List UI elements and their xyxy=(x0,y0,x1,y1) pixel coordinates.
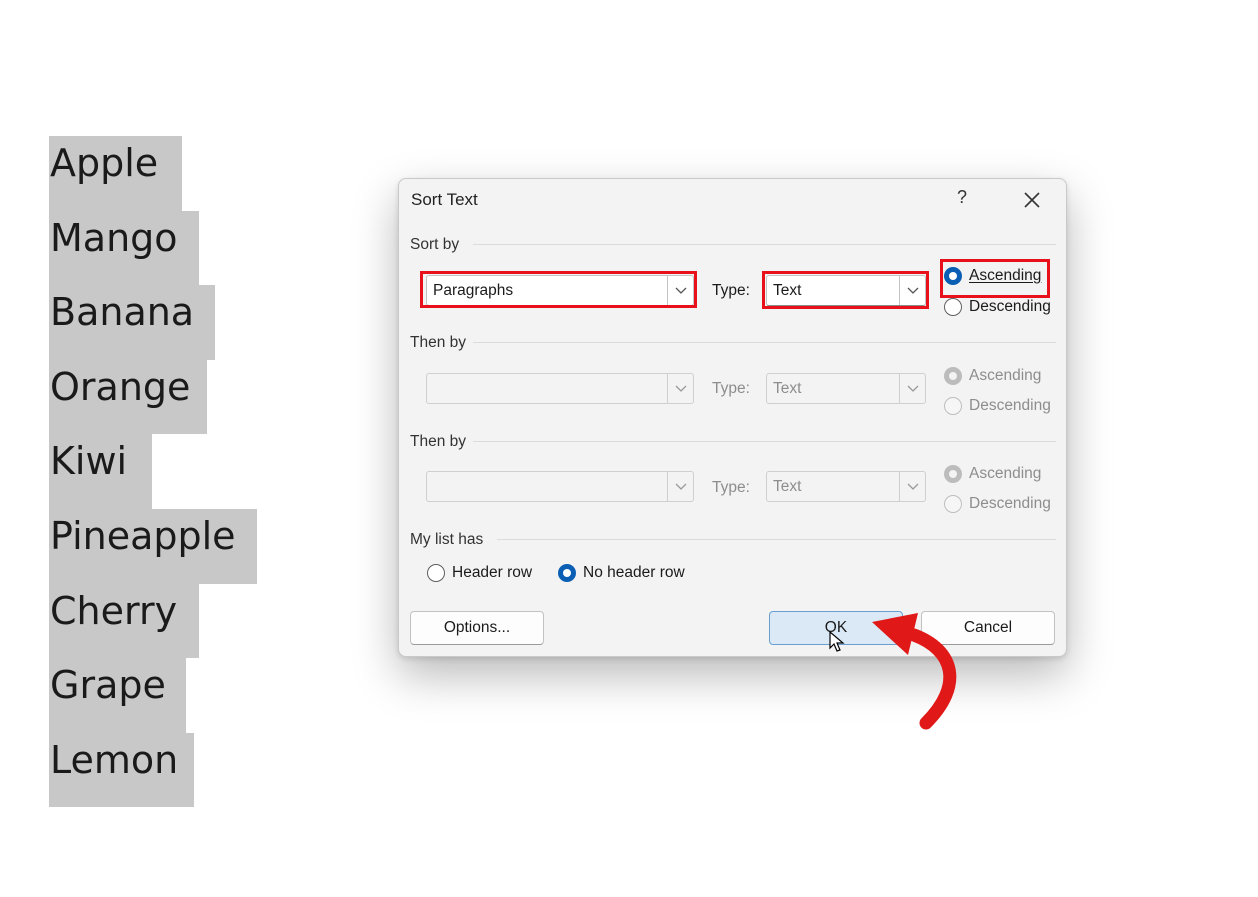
header-row-label: Header row xyxy=(452,564,533,581)
radio-selected-icon xyxy=(558,564,576,582)
options-button[interactable]: Options... xyxy=(410,611,544,645)
then-by-field-select[interactable] xyxy=(426,471,694,502)
list-item[interactable]: Orange xyxy=(49,359,207,435)
ascending-label: Ascending xyxy=(969,367,1042,384)
selected-fruit-list: Apple Mango Banana Orange Kiwi Pineapple… xyxy=(49,136,257,808)
chevron-down-icon xyxy=(899,374,925,403)
chevron-down-icon xyxy=(899,472,925,501)
then-by-type-select[interactable]: Text xyxy=(766,373,926,404)
then-by-type-label: Type: xyxy=(712,380,750,397)
descending-label: Descending xyxy=(969,495,1051,512)
list-item[interactable]: Banana xyxy=(49,285,215,360)
then-by-descending-radio[interactable]: Descending xyxy=(944,495,1051,513)
list-item[interactable]: Pineapple xyxy=(49,508,257,584)
list-item[interactable]: Cherry xyxy=(49,583,199,659)
chevron-down-icon xyxy=(667,374,693,403)
chevron-down-icon xyxy=(899,276,925,305)
then-by-label: Then by xyxy=(410,433,467,450)
sort-by-type-value: Text xyxy=(773,282,802,299)
no-header-row-radio[interactable]: No header row xyxy=(558,564,685,582)
help-button[interactable]: ? xyxy=(950,187,974,213)
sort-by-descending-radio[interactable]: Descending xyxy=(944,298,1051,316)
chevron-down-icon xyxy=(667,472,693,501)
cancel-button[interactable]: Cancel xyxy=(921,611,1055,645)
radio-unselected-icon xyxy=(944,495,962,513)
then-by-ascending-radio[interactable]: Ascending xyxy=(944,465,1041,483)
sort-by-field-select[interactable]: Paragraphs xyxy=(426,275,694,306)
divider xyxy=(473,441,1056,442)
then-by-type-value: Text xyxy=(773,478,802,495)
list-item[interactable]: Kiwi xyxy=(49,434,152,509)
sort-by-type-select[interactable]: Text xyxy=(766,275,926,306)
sort-by-label: Sort by xyxy=(410,236,460,253)
header-row-radio[interactable]: Header row xyxy=(427,564,532,582)
divider xyxy=(473,342,1056,343)
no-header-row-label: No header row xyxy=(583,564,685,581)
then-by-ascending-radio[interactable]: Ascending xyxy=(944,367,1041,385)
radio-unselected-icon xyxy=(427,564,445,582)
ascending-label: Ascending xyxy=(969,465,1042,482)
divider xyxy=(497,539,1056,540)
list-item[interactable]: Grape xyxy=(49,658,186,733)
radio-unselected-icon xyxy=(944,397,962,415)
radio-selected-icon xyxy=(944,465,962,483)
radio-selected-icon xyxy=(944,267,962,285)
sort-by-type-label: Type: xyxy=(712,282,750,299)
ascending-label: Ascending xyxy=(969,267,1042,284)
radio-selected-icon xyxy=(944,367,962,385)
then-by-field-select[interactable] xyxy=(426,373,694,404)
then-by-type-value: Text xyxy=(773,380,802,397)
radio-unselected-icon xyxy=(944,298,962,316)
options-label: Options... xyxy=(443,619,511,636)
sort-by-field-value: Paragraphs xyxy=(433,282,514,299)
then-by-type-select[interactable]: Text xyxy=(766,471,926,502)
list-item[interactable]: Mango xyxy=(49,210,199,286)
list-item[interactable]: Lemon xyxy=(49,732,194,808)
close-icon[interactable] xyxy=(1019,187,1045,213)
chevron-down-icon xyxy=(667,276,693,305)
list-item[interactable]: Apple xyxy=(49,136,182,211)
descending-label: Descending xyxy=(969,397,1051,414)
divider xyxy=(473,244,1056,245)
then-by-descending-radio[interactable]: Descending xyxy=(944,397,1051,415)
list-has-label: My list has xyxy=(410,531,484,548)
mouse-cursor-icon xyxy=(829,631,845,652)
descending-label: Descending xyxy=(969,298,1051,315)
then-by-type-label: Type: xyxy=(712,479,750,496)
sort-text-dialog: Sort Text ? Sort by Paragraphs Type: Tex… xyxy=(398,178,1067,657)
cancel-label: Cancel xyxy=(963,619,1013,636)
sort-by-ascending-radio[interactable]: Ascending xyxy=(944,267,1041,285)
then-by-label: Then by xyxy=(410,334,467,351)
dialog-title: Sort Text xyxy=(411,190,478,209)
